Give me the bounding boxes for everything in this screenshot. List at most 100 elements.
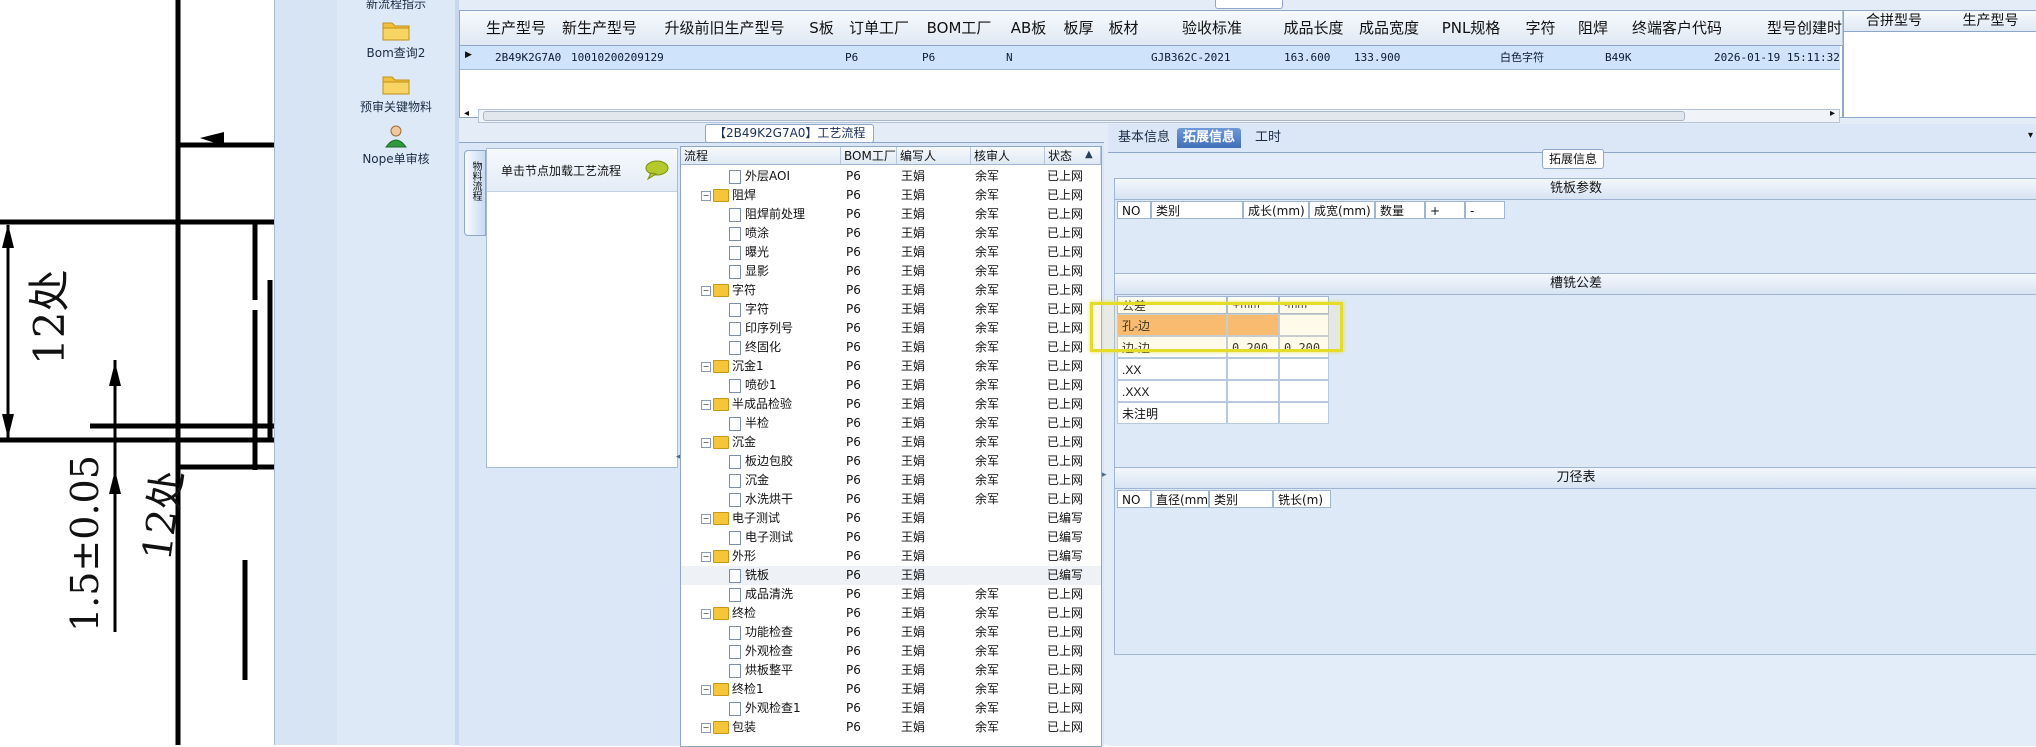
- tree-row[interactable]: 板边包胶 P6 王娟 余军 已上网: [681, 452, 1101, 471]
- tree-row[interactable]: − 外形 P6 王娟 已编写: [681, 547, 1101, 566]
- tree-row[interactable]: 成品清洗 P6 王娟 余军 已上网: [681, 585, 1101, 604]
- scroll-right-icon[interactable]: ▸: [1830, 108, 1835, 119]
- col-header[interactable]: 终端客户代码: [1618, 11, 1737, 46]
- tree-node[interactable]: 烘板整平: [729, 661, 841, 680]
- tree-row[interactable]: 显影 P6 王娟 余军 已上网: [681, 262, 1101, 281]
- tree-row[interactable]: 半检 P6 王娟 余军 已上网: [681, 414, 1101, 433]
- collapse-icon[interactable]: −: [701, 608, 711, 619]
- scroll-left-icon[interactable]: ◂: [464, 108, 469, 119]
- tree-node[interactable]: − 沉金: [701, 433, 841, 452]
- tree-row[interactable]: 终固化 P6 王娟 余军 已上网: [681, 338, 1101, 357]
- tree-col-header[interactable]: BOM工厂: [841, 147, 897, 165]
- tree-row[interactable]: − 阻焊 P6 王娟 余军 已上网: [681, 186, 1101, 205]
- col-header[interactable]: 板材: [1101, 11, 1147, 46]
- col-header[interactable]: AB板: [1001, 11, 1057, 46]
- nav-item-nope-review[interactable]: Nope单审核: [337, 124, 455, 167]
- tree-node[interactable]: 喷砂1: [729, 376, 841, 395]
- col-header[interactable]: NO: [1117, 201, 1151, 219]
- horizontal-scrollbar[interactable]: [478, 109, 1840, 123]
- tree-node[interactable]: 沉金: [729, 471, 841, 490]
- tolerance-minus-cell[interactable]: [1279, 380, 1329, 402]
- col-header[interactable]: 验收标准: [1146, 11, 1279, 46]
- tree-row[interactable]: 电子测试 P6 王娟 已编写: [681, 528, 1101, 547]
- table-row-selected[interactable]: ▶: [460, 46, 1840, 70]
- splitter-arrow-icon[interactable]: ▸: [1102, 470, 1107, 480]
- tree-row[interactable]: 喷涂 P6 王娟 余军 已上网: [681, 224, 1101, 243]
- tree-node[interactable]: 外层AOI: [729, 167, 841, 186]
- col-header[interactable]: 订单工厂: [841, 11, 918, 46]
- merge-grid[interactable]: 合拼型号 生产型号: [1843, 10, 2036, 118]
- tolerance-minus-cell[interactable]: [1279, 358, 1329, 380]
- col-header[interactable]: 成品长度: [1278, 11, 1350, 46]
- tree-row[interactable]: − 沉金 P6 王娟 余军 已上网: [681, 433, 1101, 452]
- col-header[interactable]: 阻焊: [1568, 11, 1619, 46]
- col-header[interactable]: BOM工厂: [917, 11, 1002, 46]
- col-header[interactable]: 生产型号: [480, 11, 553, 46]
- tree-node[interactable]: 铣板: [729, 566, 841, 585]
- tree-row[interactable]: 曝光 P6 王娟 余军 已上网: [681, 243, 1101, 262]
- tree-row[interactable]: − 沉金1 P6 王娟 余军 已上网: [681, 357, 1101, 376]
- collapse-icon[interactable]: −: [701, 551, 711, 562]
- collapse-icon[interactable]: −: [701, 285, 711, 296]
- model-grid[interactable]: 生产型号 新生产型号 升级前旧生产型号 S板 订单工厂 BOM工厂 AB板 板厚…: [459, 10, 1843, 123]
- tree-node[interactable]: 显影: [729, 262, 841, 281]
- flow-hint-card[interactable]: 单击节点加载工艺流程: [486, 148, 678, 468]
- tree-row[interactable]: − 电子测试 P6 王娟 已编写: [681, 509, 1101, 528]
- tree-node[interactable]: 终固化: [729, 338, 841, 357]
- collapse-icon[interactable]: −: [701, 437, 711, 448]
- process-tree-grid[interactable]: 流程 BOM工厂 编写人 核审人 状态 ▲ 外层AOI P6 王娟 余军 已上网 − 阻焊 P…: [680, 146, 1102, 747]
- col-header[interactable]: PNL规格: [1429, 11, 1514, 46]
- tolerance-plus-cell[interactable]: [1227, 402, 1279, 424]
- col-header[interactable]: 数量: [1375, 201, 1425, 219]
- tree-node[interactable]: 板边包胶: [729, 452, 841, 471]
- tree-row[interactable]: 功能检查 P6 王娟 余军 已上网: [681, 623, 1101, 642]
- col-header[interactable]: 型号创建时: [1736, 11, 1843, 46]
- tree-row[interactable]: 烘板整平 P6 王娟 余军 已上网: [681, 661, 1101, 680]
- tree-node[interactable]: − 半成品检验: [701, 395, 841, 414]
- tab-man-hours[interactable]: 工时: [1249, 128, 1287, 148]
- nav-item-key-materials[interactable]: 预审关键物料: [337, 72, 455, 115]
- col-header[interactable]: 成品宽度: [1349, 11, 1430, 46]
- col-header[interactable]: S板: [802, 11, 842, 46]
- tree-node[interactable]: 喷涂: [729, 224, 841, 243]
- tree-node[interactable]: − 终检1: [701, 680, 841, 699]
- tolerance-plus-cell[interactable]: [1227, 358, 1279, 380]
- col-header[interactable]: +: [1425, 201, 1465, 219]
- col-header[interactable]: 类别: [1209, 490, 1273, 508]
- collapse-icon[interactable]: −: [701, 399, 711, 410]
- tree-row[interactable]: 沉金 P6 王娟 余军 已上网: [681, 471, 1101, 490]
- tree-node[interactable]: 印序列号: [729, 319, 841, 338]
- nav-item-bom-query2[interactable]: Bom查询2: [337, 18, 455, 61]
- tree-node[interactable]: 字符: [729, 300, 841, 319]
- col-header[interactable]: NO: [1117, 490, 1151, 508]
- tree-node[interactable]: 半检: [729, 414, 841, 433]
- tree-row[interactable]: 外观检查 P6 王娟 余军 已上网: [681, 642, 1101, 661]
- tree-row[interactable]: 字符 P6 王娟 余军 已上网: [681, 300, 1101, 319]
- tab-basic-info[interactable]: 基本信息: [1112, 128, 1176, 148]
- tree-node[interactable]: − 字符: [701, 281, 841, 300]
- tree-row[interactable]: − 半成品检验 P6 王娟 余军 已上网: [681, 395, 1101, 414]
- col-header[interactable]: 类别: [1151, 201, 1243, 219]
- cad-drawing-pane[interactable]: 12处 12处 1.5±0.05: [0, 0, 274, 745]
- tree-row[interactable]: − 终检1 P6 王娟 余军 已上网: [681, 680, 1101, 699]
- col-header[interactable]: 成长(mm): [1243, 201, 1309, 219]
- tree-node[interactable]: − 电子测试: [701, 509, 841, 528]
- col-header[interactable]: 新生产型号: [552, 11, 648, 46]
- tree-node[interactable]: 外观检查1: [729, 699, 841, 718]
- tree-node[interactable]: 曝光: [729, 243, 841, 262]
- tree-col-header[interactable]: 流程: [681, 147, 841, 165]
- tree-row[interactable]: − 字符 P6 王娟 余军 已上网: [681, 281, 1101, 300]
- tree-node[interactable]: − 沉金1: [701, 357, 841, 376]
- tree-node[interactable]: 阻焊前处理: [729, 205, 841, 224]
- col-header[interactable]: 生产型号: [1944, 11, 2036, 32]
- tree-row[interactable]: 外层AOI P6 王娟 余军 已上网: [681, 167, 1101, 186]
- tree-node[interactable]: 水洗烘干: [729, 490, 841, 509]
- col-header[interactable]: 升级前旧生产型号: [647, 11, 803, 46]
- tree-node[interactable]: − 包装: [701, 718, 841, 737]
- tree-row[interactable]: − 包装 P6 王娟 余军 已上网: [681, 718, 1101, 737]
- tree-node[interactable]: − 终检: [701, 604, 841, 623]
- collapse-icon[interactable]: −: [701, 684, 711, 695]
- tree-row[interactable]: 水洗烘干 P6 王娟 余军 已上网: [681, 490, 1101, 509]
- collapse-icon[interactable]: −: [701, 722, 711, 733]
- col-header[interactable]: 字符: [1513, 11, 1569, 46]
